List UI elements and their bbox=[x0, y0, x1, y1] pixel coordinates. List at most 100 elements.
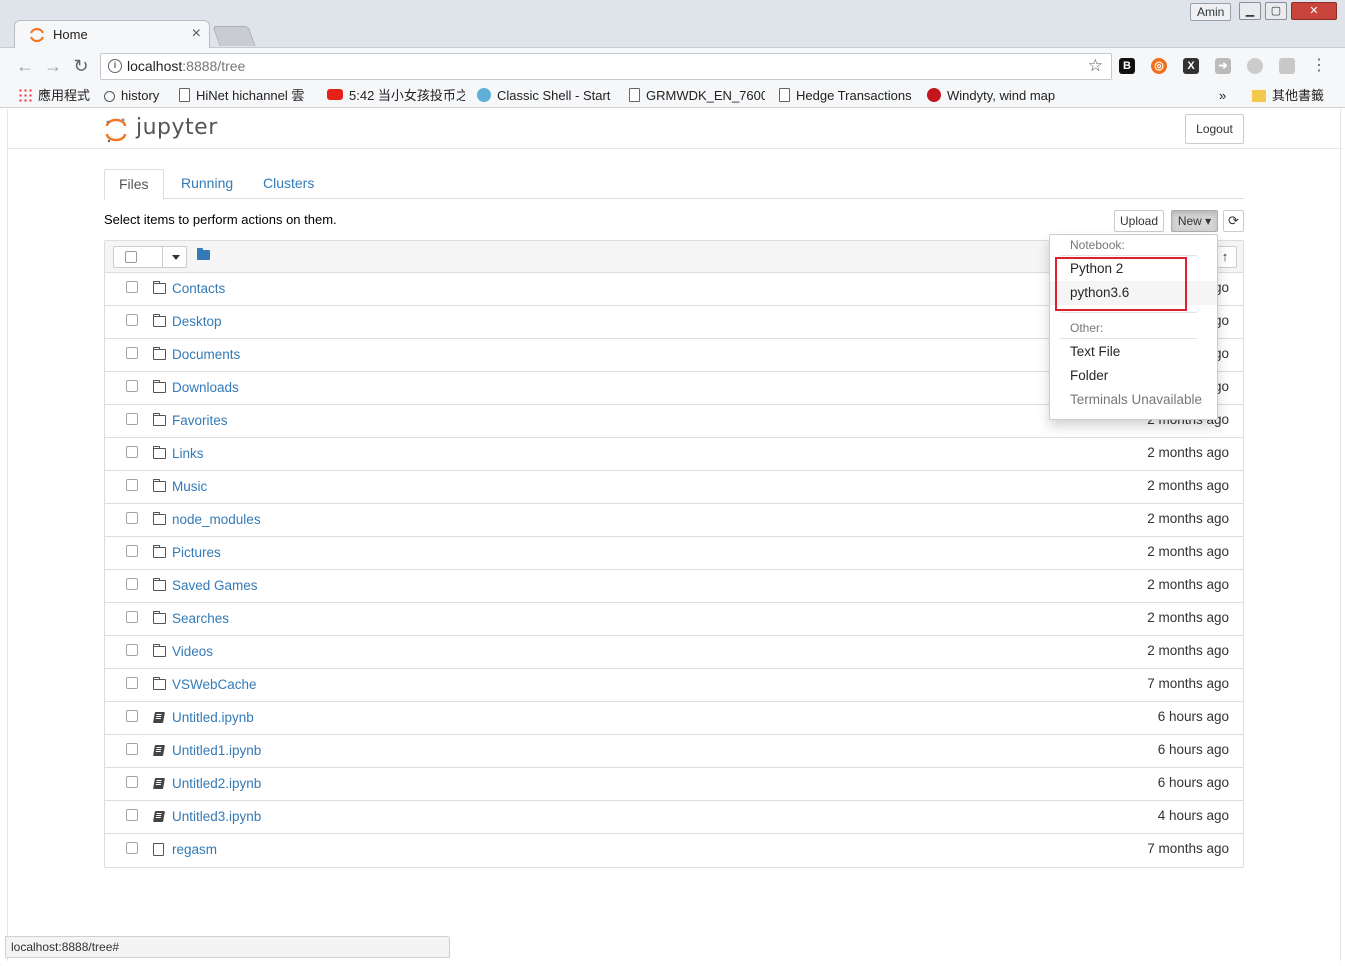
info-icon[interactable]: i bbox=[108, 59, 122, 73]
file-name-link[interactable]: node_modules bbox=[172, 512, 261, 527]
table-row[interactable]: Pictures 2 months ago bbox=[105, 537, 1243, 570]
file-name-link[interactable]: Pictures bbox=[172, 545, 221, 560]
other-bookmarks-folder[interactable]: 其他書籤 bbox=[1252, 87, 1330, 105]
table-row[interactable]: regasm 7 months ago bbox=[105, 834, 1243, 867]
maximize-button[interactable]: ▢ bbox=[1265, 2, 1287, 20]
file-name-link[interactable]: Documents bbox=[172, 347, 240, 362]
row-checkbox[interactable] bbox=[126, 611, 138, 623]
row-checkbox[interactable] bbox=[126, 743, 138, 755]
table-row[interactable]: Untitled1.ipynb 6 hours ago bbox=[105, 735, 1243, 768]
row-checkbox[interactable] bbox=[126, 809, 138, 821]
menu-item-folder[interactable]: Folder bbox=[1050, 364, 1217, 388]
table-row[interactable]: node_modules 2 months ago bbox=[105, 504, 1243, 537]
row-checkbox[interactable] bbox=[126, 446, 138, 458]
file-name-link[interactable]: Saved Games bbox=[172, 578, 258, 593]
row-checkbox[interactable] bbox=[126, 314, 138, 326]
new-button[interactable]: New ▾ bbox=[1171, 210, 1218, 232]
table-row[interactable]: Links 2 months ago bbox=[105, 438, 1243, 471]
file-modified-time: 2 months ago bbox=[1147, 511, 1229, 526]
bookmark-classic-shell[interactable]: Classic Shell - Start bbox=[477, 87, 615, 105]
file-name-link[interactable]: Links bbox=[172, 446, 204, 461]
extension-square-icon[interactable] bbox=[1279, 58, 1295, 74]
file-modified-time: 7 months ago bbox=[1147, 841, 1229, 856]
menu-item-python2[interactable]: Python 2 bbox=[1050, 257, 1217, 281]
jupyter-logo-text[interactable]: jupyter bbox=[136, 115, 218, 140]
row-checkbox[interactable] bbox=[126, 281, 138, 293]
menu-item-python3-6[interactable]: python3.6 bbox=[1050, 281, 1217, 305]
file-name-link[interactable]: Music bbox=[172, 479, 207, 494]
home-folder-icon[interactable] bbox=[197, 248, 210, 260]
bookmark-grmwdk[interactable]: GRMWDK_EN_7600 bbox=[629, 87, 765, 105]
file-name-link[interactable]: Untitled3.ipynb bbox=[172, 809, 261, 824]
tab-running[interactable]: Running bbox=[167, 169, 247, 199]
extension-arrow-icon[interactable]: ➜ bbox=[1215, 58, 1231, 74]
table-row[interactable]: Untitled3.ipynb 4 hours ago bbox=[105, 801, 1243, 834]
file-name-link[interactable]: Contacts bbox=[172, 281, 225, 296]
bookmark-hinet[interactable]: HiNet hichannel 雲 bbox=[179, 87, 317, 105]
file-name-link[interactable]: Videos bbox=[172, 644, 213, 659]
bookmarks-overflow-button[interactable]: » bbox=[1219, 87, 1233, 105]
select-all-dropdown[interactable] bbox=[113, 246, 187, 268]
menu-icon[interactable]: ⋮ bbox=[1308, 55, 1330, 77]
table-row[interactable]: Saved Games 2 months ago bbox=[105, 570, 1243, 603]
forward-icon[interactable]: → bbox=[42, 55, 64, 77]
bookmark-history[interactable]: history bbox=[104, 87, 170, 105]
file-name-link[interactable]: Favorites bbox=[172, 413, 228, 428]
row-checkbox[interactable] bbox=[126, 644, 138, 656]
row-checkbox[interactable] bbox=[126, 545, 138, 557]
row-checkbox[interactable] bbox=[126, 512, 138, 524]
file-name-link[interactable]: regasm bbox=[172, 842, 217, 857]
refresh-button[interactable]: ⟳ bbox=[1223, 210, 1244, 232]
caret-down-icon[interactable] bbox=[172, 255, 180, 260]
row-checkbox[interactable] bbox=[126, 578, 138, 590]
bookmark-star-icon[interactable]: ☆ bbox=[1088, 56, 1103, 76]
browser-tab-home[interactable]: Home × bbox=[14, 20, 210, 48]
table-row[interactable]: Untitled2.ipynb 6 hours ago bbox=[105, 768, 1243, 801]
row-checkbox[interactable] bbox=[126, 413, 138, 425]
tab-files[interactable]: Files bbox=[104, 169, 164, 200]
file-name-link[interactable]: Downloads bbox=[172, 380, 239, 395]
address-bar[interactable]: i localhost:8888/tree ☆ bbox=[100, 53, 1112, 80]
profile-button[interactable]: Amin bbox=[1190, 3, 1232, 21]
extension-orange-icon[interactable]: ◎ bbox=[1151, 58, 1167, 74]
row-checkbox[interactable] bbox=[126, 380, 138, 392]
row-checkbox[interactable] bbox=[126, 479, 138, 491]
minimize-button[interactable]: ▁ bbox=[1239, 2, 1261, 20]
tab-close-icon[interactable]: × bbox=[192, 25, 201, 43]
reload-icon[interactable]: ↻ bbox=[70, 55, 92, 77]
row-checkbox[interactable] bbox=[126, 842, 138, 854]
table-row[interactable]: Music 2 months ago bbox=[105, 471, 1243, 504]
file-name-link[interactable]: VSWebCache bbox=[172, 677, 257, 692]
extension-x-icon[interactable]: X bbox=[1183, 58, 1199, 74]
tab-clusters[interactable]: Clusters bbox=[249, 169, 328, 199]
table-row[interactable]: Videos 2 months ago bbox=[105, 636, 1243, 669]
jupyter-logo-icon[interactable] bbox=[104, 115, 128, 145]
row-checkbox[interactable] bbox=[126, 677, 138, 689]
bookmark-youtube[interactable]: 5:42 当小女孩投币之 bbox=[327, 87, 465, 105]
file-name-link[interactable]: Searches bbox=[172, 611, 229, 626]
logout-button[interactable]: Logout bbox=[1185, 114, 1244, 144]
new-tab-button[interactable] bbox=[212, 26, 256, 46]
file-name-link[interactable]: Desktop bbox=[172, 314, 222, 329]
file-name-link[interactable]: Untitled1.ipynb bbox=[172, 743, 261, 758]
table-row[interactable]: Searches 2 months ago bbox=[105, 603, 1243, 636]
extension-b-icon[interactable]: B bbox=[1119, 58, 1135, 74]
windyty-icon bbox=[927, 88, 941, 102]
select-all-checkbox[interactable] bbox=[125, 251, 137, 263]
close-window-button[interactable]: ✕ bbox=[1291, 2, 1337, 20]
row-checkbox[interactable] bbox=[126, 710, 138, 722]
table-row[interactable]: Untitled.ipynb 6 hours ago bbox=[105, 702, 1243, 735]
bookmark-hedge[interactable]: Hedge Transactions bbox=[779, 87, 915, 105]
file-name-link[interactable]: Untitled.ipynb bbox=[172, 710, 254, 725]
row-checkbox[interactable] bbox=[126, 776, 138, 788]
file-name-link[interactable]: Untitled2.ipynb bbox=[172, 776, 261, 791]
upload-button[interactable]: Upload bbox=[1114, 210, 1164, 232]
extension-circle-icon[interactable] bbox=[1247, 58, 1263, 74]
bookmark-apps[interactable]: 應用程式 bbox=[18, 87, 94, 105]
address-url[interactable]: localhost:8888/tree bbox=[127, 58, 245, 74]
bookmark-windyty[interactable]: Windyty, wind map bbox=[927, 87, 1063, 105]
table-row[interactable]: VSWebCache 7 months ago bbox=[105, 669, 1243, 702]
menu-item-text-file[interactable]: Text File bbox=[1050, 340, 1217, 364]
row-checkbox[interactable] bbox=[126, 347, 138, 359]
back-icon[interactable]: ← bbox=[14, 55, 36, 77]
